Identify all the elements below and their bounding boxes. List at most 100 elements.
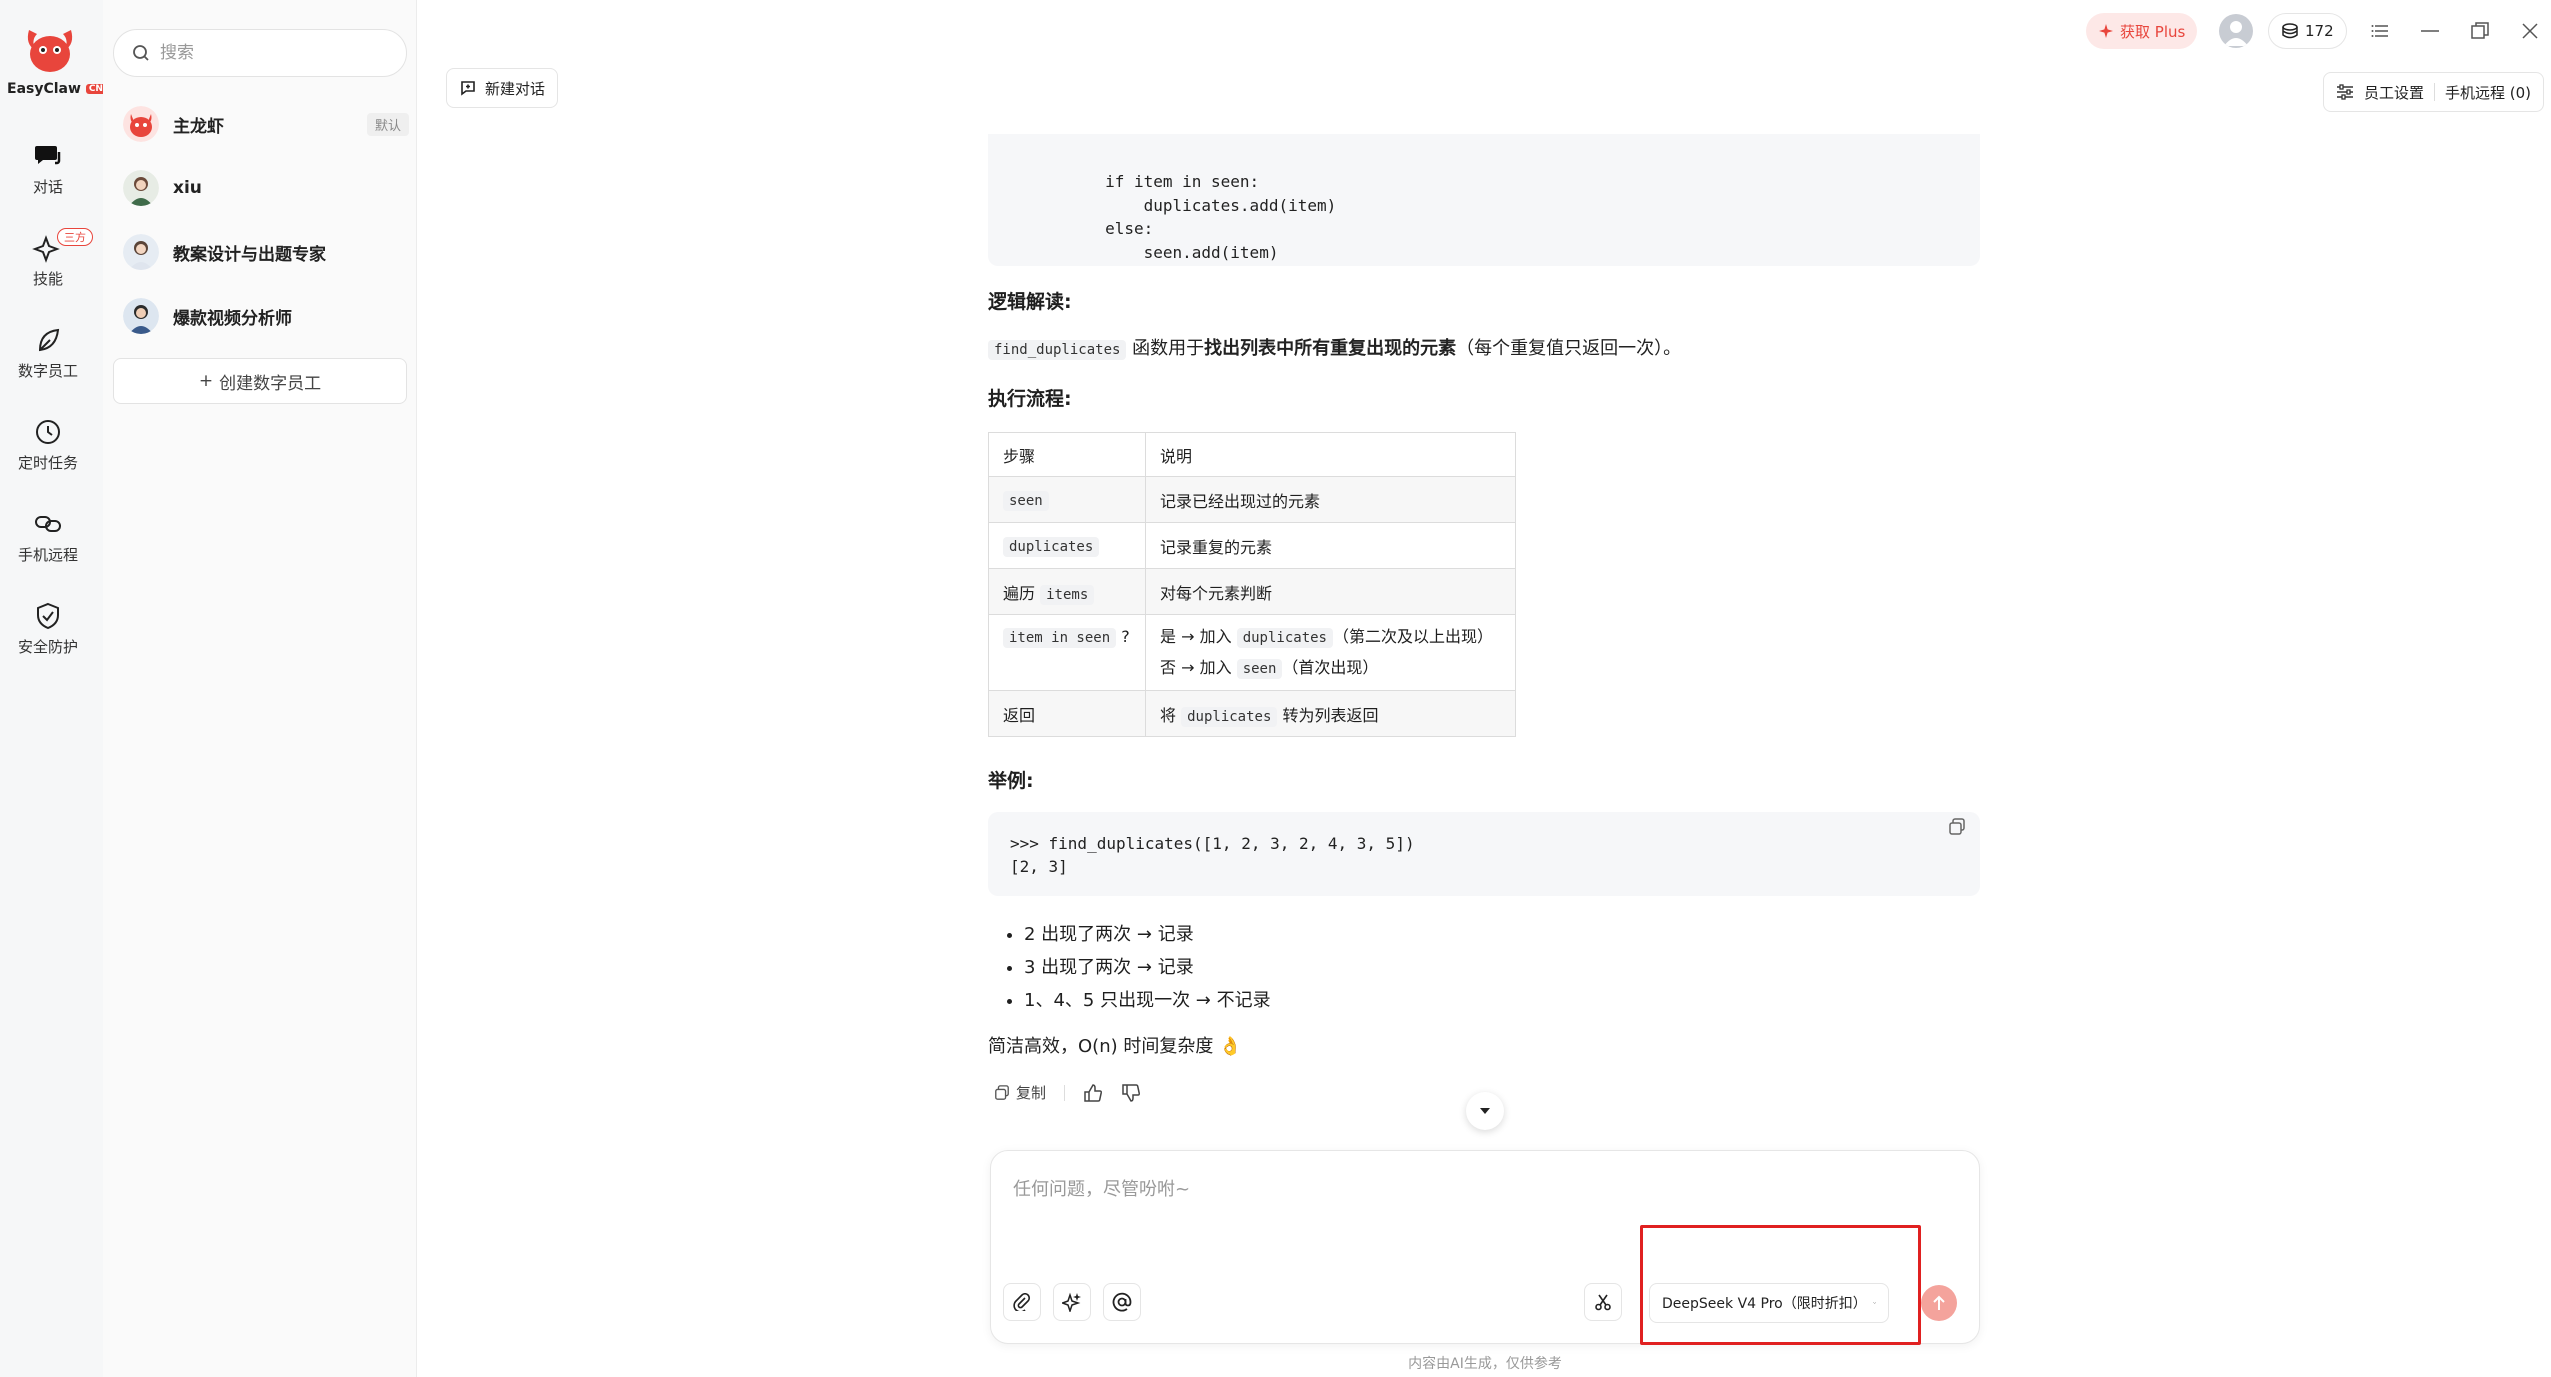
get-plus-label: 获取 Plus: [2120, 22, 2186, 41]
example-code-block: >>> find_duplicates([1, 2, 3, 2, 4, 3, 5…: [988, 812, 1980, 896]
inline-code: items: [1040, 584, 1095, 605]
agent-name: xiu: [173, 178, 202, 198]
thumbs-down-icon[interactable]: [1121, 1083, 1141, 1103]
rail-label: 对话: [32, 178, 63, 196]
session-toolbar: 员工设置 手机远程 (0): [2323, 72, 2545, 112]
code-text: if item in seen: duplicates.add(item) el…: [1105, 172, 1337, 262]
message-actions: 复制: [994, 1082, 1141, 1103]
agent-name: 主龙虾: [173, 116, 224, 137]
rail-label: 手机远程: [17, 546, 78, 564]
table-cell: 是 → 加入 duplicates （第二次及以上出现） 否 → 加入 seen （…: [1145, 614, 1516, 691]
plus-icon: +: [198, 371, 214, 391]
step-text: ?: [1121, 627, 1130, 646]
credits-badge[interactable]: 172: [2268, 13, 2347, 49]
agent-item[interactable]: xiu: [123, 164, 409, 212]
restore-button[interactable]: [2463, 14, 2497, 48]
brand-name: EasyClaw: [7, 81, 81, 97]
table-cell: 返回: [988, 690, 1146, 737]
code-block: if item in seen: duplicates.add(item) el…: [988, 134, 1980, 266]
table-row: duplicates 记录重复的元素: [988, 522, 1516, 569]
chevron-down-icon: [1872, 1302, 1876, 1304]
message-input[interactable]: [1013, 1175, 1953, 1235]
table-row: seen 记录已经出现过的元素: [988, 476, 1516, 523]
staff-settings-button[interactable]: 员工设置: [2364, 82, 2424, 103]
agent-item[interactable]: 主龙虾 默认: [123, 100, 409, 148]
model-selector[interactable]: DeepSeek V4 Pro（限时折扣）: [1649, 1283, 1889, 1323]
model-name: DeepSeek V4 Pro（限时折扣）: [1662, 1296, 1867, 1312]
inline-code: item in seen: [1003, 628, 1117, 648]
chat-icon: [35, 146, 61, 165]
logic-text: 函数用于: [1126, 338, 1205, 359]
rail-item-security[interactable]: 安全防护: [0, 600, 96, 657]
rail-item-chat[interactable]: 对话: [0, 140, 96, 197]
paperclip-icon: [1013, 1293, 1031, 1311]
skills-button[interactable]: [1053, 1283, 1091, 1321]
get-plus-button[interactable]: 获取 Plus: [2086, 13, 2198, 49]
create-agent-button[interactable]: + 创建数字员工: [113, 358, 407, 404]
table-cell: 记录已经出现过的元素: [1145, 476, 1516, 523]
avatar: [123, 298, 159, 334]
send-button[interactable]: [1921, 1285, 1957, 1321]
copy-message-button[interactable]: 复制: [994, 1082, 1046, 1103]
scroll-to-bottom-button[interactable]: [1466, 1092, 1504, 1130]
minimize-button[interactable]: [2413, 14, 2447, 48]
rail-item-skills[interactable]: 三方 技能: [0, 228, 96, 289]
restore-icon: [2471, 22, 2489, 39]
scissors-icon: [1595, 1294, 1611, 1311]
steps-table: 步骤 说明 seen 记录已经出现过的元素 duplicates 记录重复的元素…: [988, 432, 1516, 737]
table-cell: 记录重复的元素: [1145, 522, 1516, 569]
thumbs-up-icon[interactable]: [1083, 1083, 1103, 1103]
search-input[interactable]: [160, 43, 380, 63]
table-cell: item in seen ?: [988, 614, 1146, 691]
create-agent-label: 创建数字员工: [219, 373, 322, 394]
menu-button[interactable]: [2363, 14, 2397, 48]
search-box[interactable]: [113, 29, 407, 77]
step-text: 遍历: [1003, 583, 1036, 603]
shield-icon: [37, 602, 59, 630]
table-cell: 遍历 items: [988, 568, 1146, 615]
table-row: 遍历 items 对每个元素判断: [988, 568, 1516, 615]
copy-label: 复制: [1016, 1084, 1047, 1102]
list-item: 1、4、5 只出现一次 → 不记录: [1024, 984, 1271, 1017]
summary-text: 简洁高效，O(n) 时间复杂度 👌: [988, 1036, 1242, 1057]
rail-label: 安全防护: [17, 638, 78, 656]
avatar: [123, 234, 159, 270]
rail-item-phone-remote[interactable]: 手机远程: [0, 508, 96, 565]
agent-name: 爆款视频分析师: [173, 308, 292, 329]
close-button[interactable]: [2513, 14, 2547, 48]
table-cell: 将 duplicates 转为列表返回: [1145, 690, 1516, 737]
new-chat-button[interactable]: 新建对话: [446, 68, 559, 108]
attach-button[interactable]: [1003, 1283, 1041, 1321]
agent-item[interactable]: 爆款视频分析师: [123, 292, 409, 340]
at-sign-icon: [1112, 1292, 1132, 1312]
link-icon: [35, 516, 61, 532]
rail-badge: 三方: [57, 228, 93, 246]
inline-code: seen: [1236, 658, 1283, 679]
leaf-icon: [38, 328, 60, 352]
inline-code: seen: [1003, 491, 1049, 511]
column-header: 步骤: [988, 432, 1146, 477]
copy-icon: [995, 1084, 1009, 1100]
rail-item-digital-staff[interactable]: 数字员工: [0, 324, 96, 381]
user-avatar[interactable]: [2219, 14, 2253, 48]
scissors-button[interactable]: [1584, 1283, 1622, 1321]
divider: [1064, 1084, 1066, 1101]
phone-remote-button[interactable]: 手机远程 (0): [2445, 82, 2531, 103]
mention-button[interactable]: [1103, 1283, 1141, 1321]
list-item: 3 出现了两次 → 记录: [1024, 951, 1271, 984]
caret-down-icon: [1480, 1108, 1490, 1114]
agent-item[interactable]: 教案设计与出题专家: [123, 228, 409, 276]
coins-icon: [2282, 23, 2298, 39]
desc-line: 是 → 加入 duplicates （第二次及以上出现）: [1160, 622, 1501, 653]
copy-code-button[interactable]: [1948, 818, 1966, 841]
search-icon: [133, 45, 149, 61]
rail-item-scheduled[interactable]: 定时任务: [0, 416, 96, 473]
new-chat-label: 新建对话: [485, 79, 546, 98]
nav-rail: EasyClaw CN 对话 三方 技能 数字员工 定时任务 手机远程 安全防护: [0, 0, 106, 1377]
table-header-row: 步骤 说明: [988, 432, 1516, 477]
menu-icon: [2371, 25, 2388, 37]
arrow-up-icon: [1933, 1295, 1945, 1310]
desc-text: （第二次及以上出现）: [1332, 626, 1493, 646]
close-icon: [2522, 23, 2538, 39]
example-heading: 举例:: [988, 770, 1034, 792]
